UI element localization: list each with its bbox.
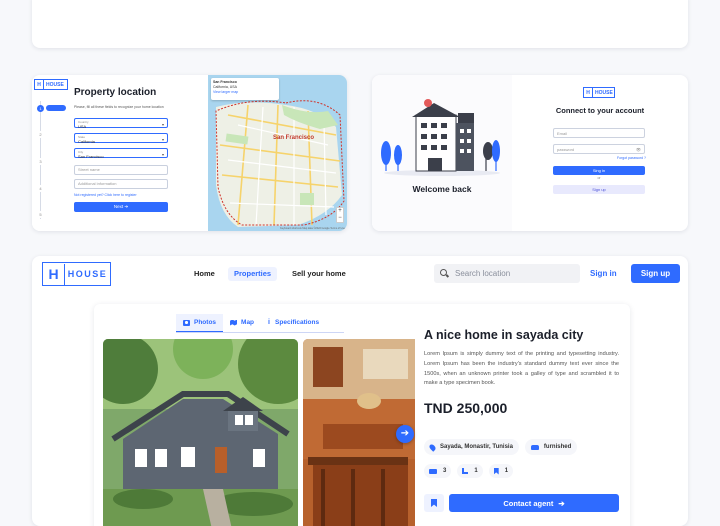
house-logo-text: HOUSE: [67, 269, 108, 279]
nav-sell-your-home[interactable]: Sell your home: [286, 267, 352, 281]
bed-icon: [429, 468, 437, 474]
city-select[interactable]: City San Francisco ▾: [74, 148, 168, 159]
location-pin-icon: [428, 442, 437, 452]
email-field[interactable]: Email: [553, 128, 645, 138]
forgot-password-link[interactable]: Forgot password ?: [617, 156, 646, 160]
next-photo-button[interactable]: ➔: [396, 425, 414, 443]
login-preview[interactable]: Welcome back H HOUSE Connect to your acco…: [372, 75, 688, 231]
listing-tags: Sayada, Monastir, Tunisia furnished: [424, 439, 578, 455]
property-form-panel: H HOUSE 1 2 3 4 5 Property location Pleas…: [32, 75, 208, 231]
building-illustration: [381, 99, 500, 176]
listing-description: Lorem Ipsum is simply dummy text of the …: [424, 351, 619, 387]
house-exterior-image: [103, 339, 298, 526]
map-popup: San Francisco California, USA View large…: [211, 78, 279, 100]
property-location-preview[interactable]: H HOUSE 1 2 3 4 5 Property location Pleas…: [32, 75, 347, 231]
step-progress: [46, 105, 66, 111]
welcome-heading: Welcome back: [412, 184, 472, 194]
photo-icon: [183, 319, 190, 326]
arrow-right-icon: ➔: [558, 498, 565, 508]
login-title: Connect to your account: [555, 106, 645, 115]
tab-photos[interactable]: Photos: [176, 314, 224, 332]
signup-button[interactable]: Sign up: [553, 185, 645, 194]
listing-price: TND 250,000: [424, 400, 508, 417]
register-link[interactable]: Not registered yet? Click here to regist…: [74, 193, 137, 197]
location-map[interactable]: San Francisco California, USA View large…: [208, 75, 347, 231]
bathtub-icon: [462, 468, 469, 474]
search-bar[interactable]: [434, 264, 580, 283]
search-icon: [440, 269, 449, 278]
listing-page-preview: H HOUSE Home Properties Sell your home S…: [32, 256, 688, 526]
mini-logo: H HOUSE: [34, 79, 68, 90]
map-zoom-control[interactable]: + −: [336, 207, 344, 223]
nav-properties[interactable]: Properties: [228, 267, 278, 281]
signin-button[interactable]: Sing in: [553, 166, 645, 175]
saved-stat: 1: [488, 464, 514, 478]
street-field[interactable]: Street name: [74, 165, 168, 175]
bookmark-icon: [493, 467, 499, 475]
signin-link[interactable]: Sign in: [590, 267, 617, 281]
contact-agent-button[interactable]: Contact agent ➔: [449, 494, 619, 512]
map-attribution: Keyboard shortcuts Map data ©2022 Google…: [280, 227, 345, 230]
bedrooms-stat: 3: [424, 464, 452, 478]
step-2: 2: [37, 131, 44, 138]
tab-specifications[interactable]: i Specifications: [261, 314, 326, 332]
detail-tabs: Photos Map i Specifications: [176, 314, 326, 332]
form-description: Please, fill all these fields to recogni…: [74, 105, 164, 109]
step-5: 5: [37, 211, 44, 218]
map-city-label: San Francisco: [273, 135, 315, 141]
bookmark-button[interactable]: [424, 494, 444, 512]
listing-stats: 3 1 1: [424, 464, 514, 478]
house-exterior-photo[interactable]: [103, 339, 298, 526]
bathrooms-stat: 1: [457, 464, 483, 478]
step-3: 3: [37, 158, 44, 165]
next-button[interactable]: Next ➔: [74, 202, 168, 212]
nav-home[interactable]: Home: [188, 267, 221, 281]
tab-map[interactable]: Map: [223, 314, 261, 332]
listing-title: A nice home in sayada city: [424, 328, 584, 342]
password-field[interactable]: password 👁: [553, 144, 645, 154]
furnishing-chip: furnished: [524, 439, 578, 455]
state-select[interactable]: State California ▾: [74, 133, 168, 144]
location-chip: Sayada, Monastir, Tunisia: [424, 439, 519, 455]
welcome-panel: Welcome back: [372, 75, 512, 231]
or-divider: or: [597, 176, 601, 180]
login-form: H HOUSE Connect to your account Email pas…: [512, 75, 688, 231]
search-input[interactable]: [455, 269, 575, 278]
sofa-icon: [530, 444, 539, 450]
bookmark-icon: [431, 499, 437, 507]
login-logo: H HOUSE: [583, 87, 615, 98]
top-card: [32, 0, 688, 48]
listing-info: A nice home in sayada city Lorem Ipsum i…: [424, 328, 619, 416]
page-title: Property location: [74, 87, 157, 98]
country-select[interactable]: Country USA ▾: [74, 118, 168, 129]
step-1: 1: [37, 105, 44, 112]
house-logo-mark: H: [43, 263, 65, 285]
step-4: 4: [37, 185, 44, 192]
house-logo[interactable]: H HOUSE: [42, 262, 111, 286]
eye-icon[interactable]: 👁: [636, 147, 641, 152]
property-detail-card: Photos Map i Specifications ➔ A nice hom…: [94, 304, 630, 526]
top-nav: H HOUSE Home Properties Sell your home S…: [32, 256, 688, 292]
map-icon: [230, 319, 238, 326]
info-icon: i: [268, 318, 270, 326]
signup-button[interactable]: Sign up: [631, 264, 680, 283]
additional-info-field[interactable]: Additional information: [74, 179, 168, 189]
tabs-underline: [176, 332, 344, 333]
